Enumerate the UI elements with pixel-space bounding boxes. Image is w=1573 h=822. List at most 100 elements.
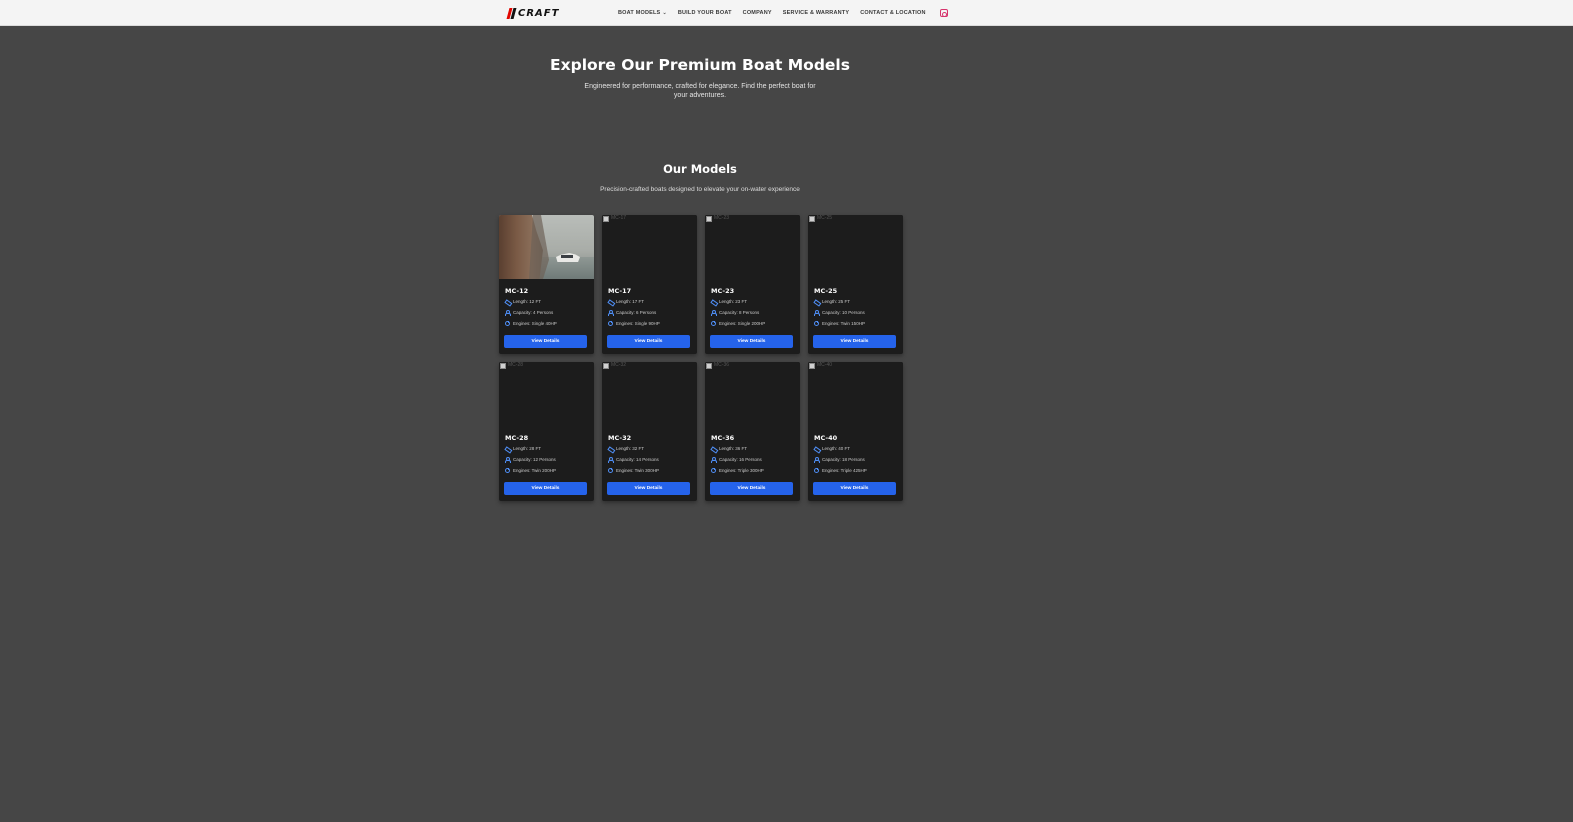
spec-length: Length: 36 FT [711,446,747,451]
main-nav: BOAT MODELS ⌄ BUILD YOUR BOAT COMPANY SE… [618,9,948,17]
model-card: MC-40 MC-40 Length: 40 FT Capacity: 18 Pers… [808,362,903,501]
model-image: MC-40 [808,362,903,426]
spec-engine: Engines: Twin 200HP [505,468,556,473]
spec-engine-text: Engines: Twin 300HP [616,468,659,473]
spec-engine-text: Engines: Single 200HP [719,321,766,326]
spec-length: Length: 28 FT [505,446,541,451]
broken-image-icon [809,216,815,222]
ruler-icon [814,446,819,451]
spec-capacity: Capacity: 14 Persons [608,457,659,463]
model-image: MC-32 [602,362,697,426]
spec-engine-text: Engines: Single 40HP [513,321,557,326]
spec-capacity: Capacity: 10 Persons [814,310,865,316]
nav-item-build-your-boat[interactable]: BUILD YOUR BOAT [678,10,732,16]
model-image [499,215,594,279]
spec-capacity: Capacity: 12 Persons [505,457,556,463]
spec-length: Length: 25 FT [814,299,850,304]
spec-capacity-text: Capacity: 4 Persons [513,310,554,315]
broken-image-icon [500,363,506,369]
spec-length-text: Length: 17 FT [616,299,645,304]
instagram-icon[interactable] [939,9,948,17]
model-name: MC-23 [711,287,735,295]
users-icon [711,310,717,316]
view-details-button[interactable]: View Details [710,482,793,495]
ruler-icon [608,446,613,451]
model-card: MC-36 MC-36 Length: 36 FT Capacity: 16 Pers… [705,362,800,501]
broken-image-icon [706,216,712,222]
nav-item-company[interactable]: COMPANY [743,10,772,16]
users-icon [608,310,614,316]
view-details-button[interactable]: View Details [710,335,793,348]
hero-title: Explore Our Premium Boat Models [550,56,850,74]
spec-length: Length: 32 FT [608,446,644,451]
model-image: MC-28 [499,362,594,426]
ruler-icon [608,299,613,304]
nav-item-label: SERVICE & WARRANTY [782,10,850,16]
users-icon [814,457,820,463]
model-card: MC-32 MC-32 Length: 32 FT Capacity: 14 Pers… [602,362,697,501]
spec-engine-text: Engines: Triple 300HP [719,468,764,473]
model-name: MC-36 [711,434,735,442]
view-details-button[interactable]: View Details [607,482,690,495]
nav-item-label: BUILD YOUR BOAT [677,10,732,16]
engine-icon [711,321,716,326]
spec-engine: Engines: Single 200HP [711,321,765,326]
model-card: MC-23 MC-23 Length: 23 FT Capacity: 8 Perso… [705,215,800,354]
model-name: MC-40 [814,434,838,442]
broken-image-icon [603,216,609,222]
model-image: MC-17 [602,215,697,279]
image-alt-text: MC-32 [611,362,627,368]
view-details-button[interactable]: View Details [504,335,587,348]
image-alt-text: MC-23 [714,215,730,221]
users-icon [814,310,820,316]
users-icon [711,457,717,463]
brand-logo[interactable]: CRAFT [506,6,559,20]
spec-capacity-text: Capacity: 14 Persons [616,457,659,462]
model-image: MC-23 [705,215,800,279]
spec-length-text: Length: 36 FT [719,446,748,451]
model-name: MC-12 [505,287,529,295]
model-grid: MC-12 Length: 12 FT Capacity: 4 Persons Eng… [499,215,903,501]
spec-engine: Engines: Single 90HP [608,321,660,326]
spec-length-text: Length: 12 FT [513,299,542,304]
view-details-button[interactable]: View Details [813,482,896,495]
engine-icon [608,321,613,326]
spec-capacity-text: Capacity: 18 Persons [822,457,865,462]
spec-capacity: Capacity: 16 Persons [711,457,762,463]
chevron-down-icon: ⌄ [662,10,667,16]
nav-item-contact-location[interactable]: CONTACT & LOCATION [860,10,925,16]
nav-item-boat-models[interactable]: BOAT MODELS ⌄ [618,10,667,16]
broken-image-icon [603,363,609,369]
model-image: MC-25 [808,215,903,279]
spec-engine-text: Engines: Triple 425HP [822,468,867,473]
view-details-button[interactable]: View Details [504,482,587,495]
engine-icon [608,468,613,473]
image-alt-text: MC-28 [508,362,524,368]
image-alt-text: MC-36 [714,362,730,368]
spec-capacity: Capacity: 8 Persons [711,310,759,316]
view-details-button[interactable]: View Details [813,335,896,348]
spec-capacity: Capacity: 18 Persons [814,457,865,463]
nav-item-label: CONTACT & LOCATION [860,10,926,16]
spec-engine: Engines: Triple 300HP [711,468,764,473]
spec-engine: Engines: Twin 150HP [814,321,865,326]
nav-item-label: COMPANY [742,10,772,16]
model-card: MC-25 MC-25 Length: 25 FT Capacity: 10 Pers… [808,215,903,354]
spec-length-text: Length: 25 FT [822,299,851,304]
spec-length: Length: 40 FT [814,446,850,451]
users-icon [608,457,614,463]
models-section-title: Our Models [663,162,737,176]
top-navbar: CRAFT BOAT MODELS ⌄ BUILD YOUR BOAT COMP… [0,0,1573,26]
spec-length-text: Length: 28 FT [513,446,542,451]
spec-engine-text: Engines: Twin 150HP [822,321,865,326]
logo-mark-icon [506,7,517,19]
spec-length-text: Length: 32 FT [616,446,645,451]
spec-engine: Engines: Single 40HP [505,321,557,326]
model-card: MC-17 MC-17 Length: 17 FT Capacity: 6 Perso… [602,215,697,354]
spec-length-text: Length: 40 FT [822,446,851,451]
image-alt-text: MC-25 [817,215,833,221]
model-name: MC-28 [505,434,529,442]
view-details-button[interactable]: View Details [607,335,690,348]
nav-item-label: BOAT MODELS [618,10,661,16]
nav-item-service-warranty[interactable]: SERVICE & WARRANTY [783,10,849,16]
